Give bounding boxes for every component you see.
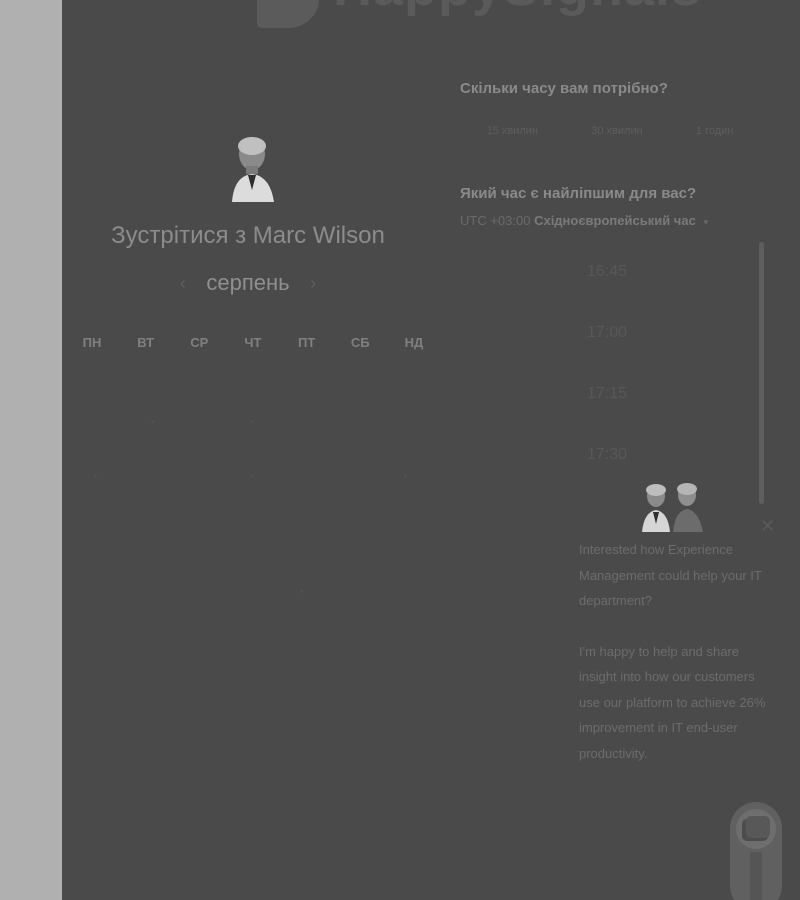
chat-agent-avatars xyxy=(642,483,703,532)
time-question: Який час є найліпшим для вас? xyxy=(460,185,697,202)
weekday-tue: ВТ xyxy=(137,335,155,350)
chat-message: Interested how Experience Management cou… xyxy=(579,537,775,766)
timezone-offset: UTC +03:00 xyxy=(460,213,531,228)
time-slot[interactable]: 17:15 xyxy=(460,385,754,403)
chevron-right-icon[interactable]: › xyxy=(294,273,332,294)
duration-option-60[interactable]: 1 годин xyxy=(696,125,733,137)
logo-text: HappySignals xyxy=(333,0,702,18)
chevron-down-icon: ▾ xyxy=(703,217,708,227)
time-slot[interactable]: 17:30 xyxy=(460,446,754,464)
chevron-left-icon[interactable]: ‹ xyxy=(164,273,202,294)
duration-question: Скільки часу вам потрібно? xyxy=(460,80,668,97)
time-slot-scrollbar[interactable] xyxy=(759,242,764,504)
calendar-day-marker xyxy=(251,420,254,423)
time-slot[interactable]: 17:00 xyxy=(460,324,754,342)
close-icon[interactable]: ✕ xyxy=(760,516,775,537)
time-slot[interactable]: 16:45 xyxy=(460,263,754,281)
calendar-day-marker xyxy=(151,420,154,423)
logo-mark-icon xyxy=(257,0,319,28)
timezone-selector[interactable]: UTC +03:00 Східноєвропейський час ▾ xyxy=(460,213,708,228)
calendar-day-marker xyxy=(404,475,407,478)
duration-options: 15 хвилин 30 хвилин 1 годин xyxy=(460,125,760,137)
chat-icon[interactable] xyxy=(728,802,784,900)
weekday-sat: СБ xyxy=(350,335,370,350)
month-label: серпень xyxy=(206,270,290,295)
happysignals-logo: HappySignals xyxy=(257,0,701,30)
weekday-sun: НД xyxy=(404,335,424,350)
timezone-name: Східноєвропейський час xyxy=(534,213,696,228)
calendar-day-marker xyxy=(251,475,254,478)
calendar-day-marker xyxy=(300,590,303,593)
weekday-header: ПН ВТ СР ЧТ ПТ СБ НД xyxy=(72,335,434,350)
chat-message-intro: Interested how Experience Management cou… xyxy=(579,542,762,608)
weekday-fri: ПТ xyxy=(297,335,316,350)
duration-option-30[interactable]: 30 хвилин xyxy=(591,125,642,137)
duration-option-15[interactable]: 15 хвилин xyxy=(487,125,538,137)
weekday-mon: ПН xyxy=(82,335,102,350)
booking-page: HappySignals Зустрітися з Marc Wilson ‹ … xyxy=(62,0,800,900)
chat-message-body: I'm happy to help and share insight into… xyxy=(579,643,766,761)
weekday-thu: ЧТ xyxy=(244,335,262,350)
month-navigation: ‹ серпень › xyxy=(62,270,434,296)
calendar-day-marker xyxy=(94,475,97,478)
weekday-wed: СР xyxy=(190,335,209,350)
meeting-title: Зустрітися з Marc Wilson xyxy=(111,222,385,249)
host-avatar xyxy=(232,137,274,202)
